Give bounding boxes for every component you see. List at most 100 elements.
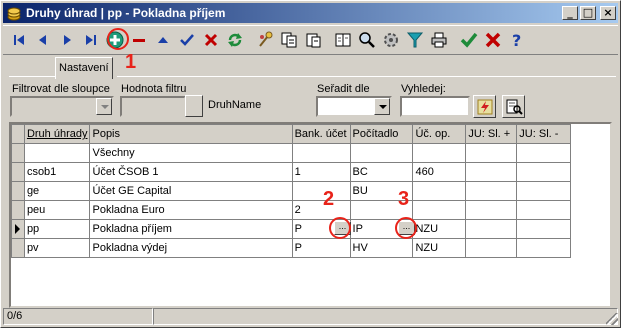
cell-ju-sl-plus[interactable] [465,181,518,201]
cancel-icon [204,33,217,47]
cell-uc-op[interactable]: NZU [412,238,467,258]
column-header-popis[interactable]: Popis [89,124,293,144]
chevron-down-icon[interactable] [96,98,112,115]
maximize-button[interactable]: □ [580,6,596,20]
cell-popis[interactable]: Účet GE Capital [89,181,293,201]
cell-uc-op[interactable]: NZU [412,219,467,239]
cancel-edit-button[interactable] [199,29,222,52]
copy-button[interactable] [277,29,300,52]
cell-druh-uhrady[interactable]: peu [23,200,91,220]
column-header-bank-ucet[interactable]: Bank. účet [291,124,351,144]
cell-pocitadlo[interactable] [349,143,414,163]
row-indicator[interactable] [11,143,25,163]
close-button[interactable]: × [600,6,616,20]
cell-filler [571,144,610,163]
cell-ju-sl-minus[interactable] [516,143,572,163]
resize-grip[interactable] [606,313,618,325]
book-button[interactable] [331,29,354,52]
cell-uc-op[interactable] [412,143,467,163]
table-row[interactable]: ge Účet GE Capital BU [11,181,610,201]
help-button[interactable]: ? [505,29,528,52]
last-icon [85,35,96,45]
book-icon [335,33,350,47]
settings-button[interactable] [379,29,402,52]
first-record-button[interactable] [7,29,30,52]
cell-druh-uhrady[interactable]: pv [23,238,91,258]
cell-ju-sl-plus[interactable] [465,162,518,182]
cell-druh-uhrady[interactable]: pp [23,219,91,239]
post-button[interactable] [175,29,198,52]
paste-button[interactable] [301,29,324,52]
search-button[interactable] [355,29,378,52]
row-indicator[interactable] [11,219,25,239]
delete-record-button[interactable] [127,29,150,52]
cell-bank-ucet[interactable] [291,181,351,201]
cell-ju-sl-minus[interactable] [516,181,572,201]
cell-bank-ucet[interactable]: 1 [291,162,351,182]
cell-ju-sl-minus[interactable] [516,238,572,258]
advanced-search-button[interactable] [502,95,525,118]
filter-value-label: Hodnota filtru [121,83,187,95]
title-bar[interactable]: Druhy úhrad | pp - Pokladna příjem _ □ × [3,3,618,23]
row-indicator[interactable] [11,162,25,182]
filter-value-input[interactable] [120,96,186,117]
minimize-button[interactable]: _ [562,6,578,20]
tab-nastaveni[interactable]: Nastavení [55,57,113,79]
search-input[interactable] [400,96,470,117]
quick-search-button[interactable] [473,95,496,118]
current-row-arrow-icon [15,224,20,234]
column-header-ju-sl-plus[interactable]: JU: Sl. + [465,124,518,144]
table-row[interactable]: Všechny [11,143,610,163]
move-up-button[interactable] [151,29,174,52]
cell-ju-sl-plus[interactable] [465,143,518,163]
row-indicator[interactable] [11,200,25,220]
column-header-druh-uhrady[interactable]: Druh úhrady [23,124,91,144]
cell-druh-uhrady[interactable]: csob1 [23,162,91,182]
cell-ju-sl-minus[interactable] [516,162,572,182]
cell-uc-op[interactable]: 460 [412,162,467,182]
table-row[interactable]: peu Pokladna Euro 2 [11,200,610,220]
cell-pocitadlo[interactable]: HV [349,238,414,258]
cell-druh-uhrady[interactable]: ge [23,181,91,201]
cell-popis[interactable]: Pokladna příjem [89,219,293,239]
cell-pocitadlo[interactable]: BC [349,162,414,182]
table-row[interactable]: csob1 Účet ČSOB 1 1 BC 460 [11,162,610,182]
filter-button[interactable] [403,29,426,52]
last-record-button[interactable] [79,29,102,52]
cell-ju-sl-plus[interactable] [465,238,518,258]
cell-druh-uhrady[interactable] [23,143,91,163]
row-indicator[interactable] [11,238,25,258]
cell-uc-op[interactable] [412,200,467,220]
callout-ring-3 [395,217,417,239]
filter-value-button[interactable] [185,95,203,117]
cell-uc-op[interactable] [412,181,467,201]
prev-record-button[interactable] [31,29,54,52]
cell-ju-sl-minus[interactable] [516,219,572,239]
print-button[interactable] [427,29,450,52]
cell-popis[interactable]: Pokladna Euro [89,200,293,220]
cell-bank-ucet[interactable] [291,143,351,163]
cell-popis[interactable]: Všechny [89,143,293,163]
sort-by-select[interactable] [316,96,392,117]
cell-bank-ucet[interactable]: P [291,238,351,258]
discard-button[interactable] [481,29,504,52]
column-header-pocitadlo[interactable]: Počítadlo [349,124,414,144]
next-record-button[interactable] [55,29,78,52]
column-header-uc-op[interactable]: Úč. op. [412,124,467,144]
cell-popis[interactable]: Pokladna výdej [89,238,293,258]
data-grid[interactable]: Druh úhrady Popis Bank. účet Počítadlo Ú… [9,122,612,308]
cell-popis[interactable]: Účet ČSOB 1 [89,162,293,182]
tools-button[interactable] [253,29,276,52]
filter-column-select[interactable] [10,96,114,117]
print-icon [431,32,446,48]
cell-ju-sl-minus[interactable] [516,200,572,220]
table-row[interactable]: pv Pokladna výdej P HV NZU [11,238,610,258]
cell-ju-sl-plus[interactable] [465,219,518,239]
row-indicator[interactable] [11,181,25,201]
save-button[interactable] [457,29,480,52]
refresh-button[interactable] [223,29,246,52]
column-header-ju-sl-minus[interactable]: JU: Sl. - [516,124,572,144]
cell-ju-sl-plus[interactable] [465,200,518,220]
table-row[interactable]: pp Pokladna příjem P IP NZU [11,219,610,239]
chevron-down-icon[interactable] [374,98,390,115]
